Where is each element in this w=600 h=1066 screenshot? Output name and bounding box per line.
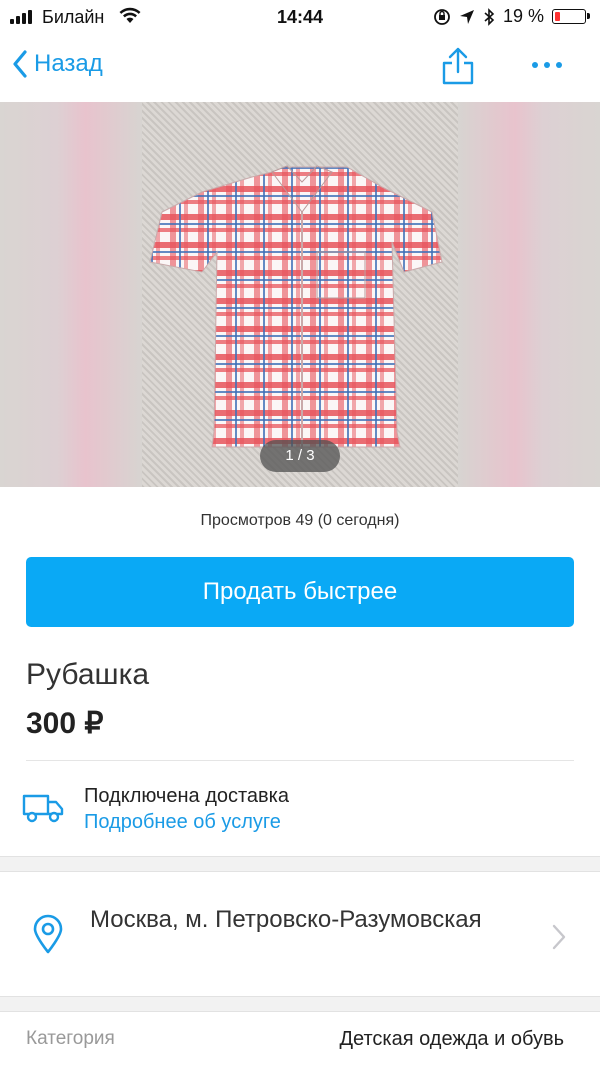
status-bar: Билайн 14:44 19 % — [0, 0, 600, 34]
back-button[interactable]: Назад — [12, 50, 103, 78]
photo-gallery[interactable]: 1 / 3 — [0, 102, 600, 487]
bluetooth-icon — [484, 7, 495, 26]
category-label: Категория — [26, 1028, 115, 1049]
shirt-image — [149, 165, 443, 448]
location-pin-icon — [33, 914, 63, 954]
back-label: Назад — [34, 50, 103, 77]
delivery-truck-icon — [22, 794, 64, 823]
more-options-button[interactable] — [532, 62, 562, 68]
navigation-bar: Назад — [0, 34, 600, 102]
views-count: Просмотров 49 (0 сегодня) — [200, 512, 400, 529]
product-photo — [142, 102, 458, 487]
divider — [26, 760, 574, 761]
location-arrow-icon — [459, 9, 474, 24]
photo-counter: 1 / 3 — [260, 440, 340, 472]
battery-icon — [552, 9, 590, 24]
sell-faster-button[interactable]: Продать быстрее — [26, 557, 574, 627]
location-row[interactable]: Москва, м. Петровско-Разумовская — [0, 872, 600, 996]
section-separator — [0, 996, 600, 1012]
listing-title: Рубашка — [26, 658, 150, 691]
chevron-right-icon — [552, 924, 566, 950]
section-separator — [0, 856, 600, 872]
chevron-left-icon — [13, 50, 27, 78]
listing-price: 300 ₽ — [26, 707, 104, 740]
location-text: Москва, м. Петровско-Разумовская — [90, 906, 482, 933]
orientation-lock-icon — [434, 8, 450, 25]
share-icon[interactable] — [440, 46, 476, 86]
category-value: Детская одежда и обувь — [339, 1028, 564, 1050]
delivery-details-link[interactable]: Подробнее об услуге — [84, 811, 281, 834]
delivery-status: Подключена доставка — [84, 785, 289, 807]
battery-percent: 19 % — [502, 6, 544, 26]
